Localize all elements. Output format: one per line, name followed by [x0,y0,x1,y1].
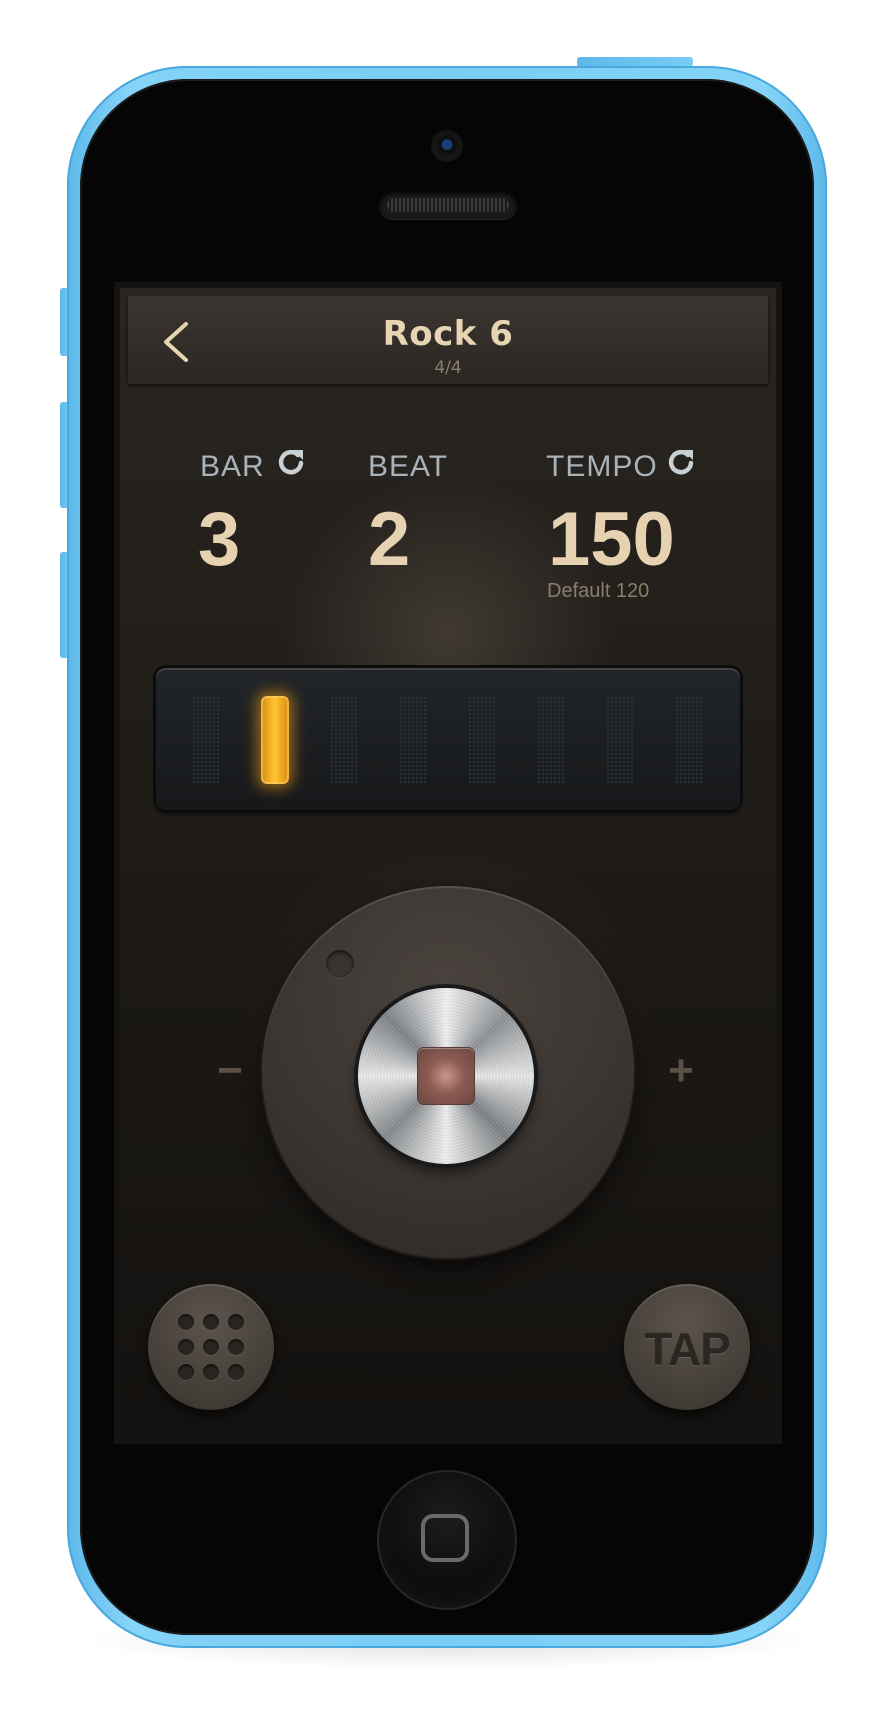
decrease-tempo-button[interactable]: − [205,1046,255,1096]
beat-value: 2 [368,497,411,582]
tempo-label: TEMPO [546,450,658,483]
tempo-dial[interactable] [262,886,634,1258]
beat-slot [468,696,496,784]
tempo-reset-icon[interactable] [666,446,696,476]
beat-slot [606,696,634,784]
beat-indicator [156,668,740,810]
page-title: Rock 6 [382,314,514,354]
stop-icon [418,1048,474,1104]
beat-slot [537,696,565,784]
home-button[interactable] [377,1470,517,1610]
beat-slot [330,696,358,784]
bar-value: 3 [198,497,241,582]
increase-tempo-button[interactable]: + [656,1046,706,1096]
tempo-value[interactable]: 150 [548,496,675,583]
beat-label: BEAT [368,450,449,483]
pattern-menu-button[interactable] [148,1284,274,1410]
tap-tempo-button[interactable]: TAP [624,1284,750,1410]
time-signature: 4/4 [434,358,462,378]
bar-reset-icon[interactable] [276,446,306,476]
front-camera [433,132,461,160]
navigation-bar: Rock 6 4/4 [128,296,768,384]
earpiece-speaker [379,191,517,219]
beat-slot [192,696,220,784]
dial-indicator-dot [326,950,354,978]
grid-dots-icon [178,1314,244,1380]
default-tempo-text: Default 120 [547,580,650,602]
play-stop-button[interactable] [358,988,534,1164]
beat-slot [675,696,703,784]
home-square-icon [421,1514,469,1562]
beat-slot-active [261,696,289,784]
app-screen: Rock 6 4/4 BAR 3 BEAT 2 TEMPO 150 Defaul… [120,288,776,1438]
tap-label: TAP [644,1323,731,1375]
beat-slot [399,696,427,784]
bar-label: BAR [200,450,265,483]
